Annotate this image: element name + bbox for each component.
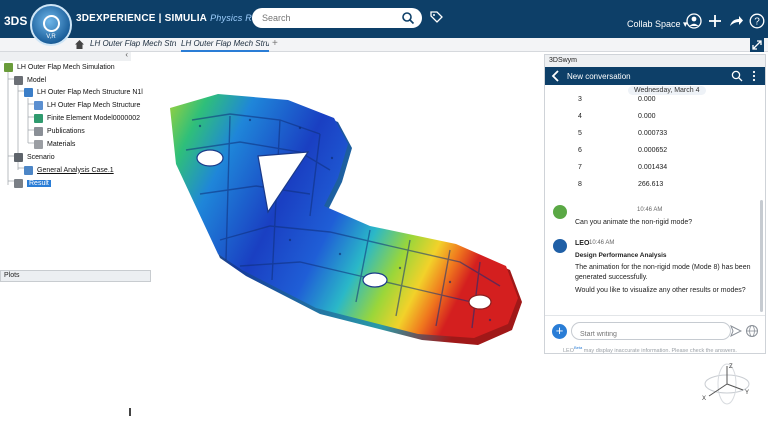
expand-icon[interactable] bbox=[750, 38, 764, 52]
tree-item-result[interactable]: Result bbox=[14, 177, 51, 189]
compass-icon[interactable]: V,R bbox=[30, 4, 72, 46]
leo-heading: Design Performance Analysis bbox=[575, 252, 667, 259]
mode-value: 0.000 bbox=[638, 113, 656, 120]
chat-panel-title: 3DSwym bbox=[545, 55, 765, 67]
conversation-date: Wednesday, March 4 bbox=[628, 86, 706, 95]
app-title-prefix: 3DEXPERIENCE | SIMULIA bbox=[76, 13, 208, 24]
part-icon bbox=[34, 100, 43, 110]
tree-item-publications[interactable]: Publications bbox=[34, 125, 85, 137]
mode-number: 5 bbox=[578, 130, 582, 137]
tree-item-scenario[interactable]: Scenario bbox=[14, 151, 55, 163]
publications-icon bbox=[34, 126, 43, 136]
mode-number: 8 bbox=[578, 181, 582, 188]
tag-icon[interactable] bbox=[429, 10, 443, 24]
axis-triad[interactable]: X Y Z bbox=[695, 360, 755, 410]
leo-message-1: The animation for the non-rigid mode (Mo… bbox=[575, 264, 751, 281]
tree-item-structure[interactable]: LH Outer Flap Mech Structure bbox=[34, 99, 140, 111]
search-input[interactable] bbox=[252, 8, 392, 28]
axis-x-label: X bbox=[702, 396, 706, 402]
3d-model-viewport[interactable] bbox=[160, 90, 530, 360]
ai-disclaimer: LEOBeta may display inaccurate informati… bbox=[563, 345, 737, 354]
chat-header: New conversation bbox=[545, 67, 765, 85]
3ds-logo[interactable]: 3DS bbox=[4, 14, 27, 28]
globe-icon[interactable] bbox=[745, 324, 759, 338]
chat-divider bbox=[545, 315, 765, 316]
analysis-case-icon bbox=[24, 165, 33, 175]
chat-input[interactable] bbox=[572, 326, 722, 343]
fem-icon bbox=[34, 113, 43, 123]
chat-add-button[interactable]: + bbox=[552, 324, 567, 339]
tree-item-model[interactable]: Model bbox=[14, 74, 46, 86]
help-icon[interactable]: ? bbox=[749, 13, 765, 29]
chat-input-box[interactable] bbox=[571, 322, 731, 343]
mode-value: 266.613 bbox=[638, 181, 664, 188]
tree-item-fem[interactable]: Finite Element Model0000002 bbox=[34, 112, 140, 124]
mode-number: 3 bbox=[578, 96, 582, 103]
mode-value: 0.000652 bbox=[638, 147, 668, 154]
bolt-hole-2 bbox=[362, 272, 388, 288]
tab-bar: LH Outer Flap Mech Structure LH Outer Fl… bbox=[0, 38, 768, 52]
home-icon[interactable] bbox=[74, 39, 85, 50]
tree-item-materials[interactable]: Materials bbox=[34, 138, 75, 150]
scenario-icon bbox=[14, 152, 23, 162]
product-icon bbox=[24, 87, 33, 97]
add-icon[interactable] bbox=[707, 13, 723, 29]
mode-number: 4 bbox=[578, 113, 582, 120]
plots-panel-tab[interactable]: Plots bbox=[0, 270, 151, 282]
leo-message-time: 10:46 AM bbox=[589, 240, 615, 246]
leo-name: LEO bbox=[575, 240, 590, 247]
search-box[interactable] bbox=[252, 8, 422, 28]
tree-item-structure-n1[interactable]: LH Outer Flap Mech Structure N1l bbox=[24, 86, 143, 98]
chat-scrollbar[interactable] bbox=[760, 200, 763, 312]
text-cursor-icon bbox=[129, 408, 131, 416]
share-icon[interactable] bbox=[728, 13, 744, 29]
bolt-hole-1 bbox=[196, 149, 224, 167]
user-icon[interactable] bbox=[686, 13, 702, 29]
tree-item-analysis-case[interactable]: General Analysis Case.1 bbox=[24, 164, 114, 176]
svg-text:?: ? bbox=[754, 17, 760, 28]
send-icon[interactable] bbox=[730, 325, 742, 337]
leo-message-2: Would you like to visualize any other re… bbox=[575, 287, 746, 294]
user-avatar bbox=[553, 205, 567, 219]
search-icon[interactable] bbox=[401, 11, 415, 25]
mode-value: 0.000733 bbox=[638, 130, 668, 137]
leo-avatar bbox=[553, 239, 567, 253]
user-message-time: 10:46 AM bbox=[637, 207, 663, 213]
top-bar: 3DS 3DEXPERIENCE | SIMULIA Physics Resul… bbox=[0, 0, 768, 38]
axis-y-label: Y bbox=[745, 390, 749, 396]
add-tab-button[interactable]: + bbox=[272, 38, 278, 49]
axis-z-label: Z bbox=[729, 364, 733, 370]
model-icon bbox=[14, 75, 23, 85]
back-icon[interactable] bbox=[551, 70, 561, 82]
mode-number: 7 bbox=[578, 164, 582, 171]
collab-space-selector[interactable]: Collab Space ▾ bbox=[627, 19, 688, 30]
tab-structure-1[interactable]: LH Outer Flap Mech Structure bbox=[90, 39, 176, 48]
materials-icon bbox=[34, 139, 43, 149]
more-options-icon[interactable] bbox=[750, 70, 758, 82]
tab-structure-2[interactable]: LH Outer Flap Mech Structure bbox=[181, 39, 269, 52]
user-message: Can you animate the non-rigid mode? bbox=[575, 219, 693, 226]
compass-label: V,R bbox=[46, 34, 56, 40]
simulation-icon bbox=[4, 62, 13, 72]
tree-item-simulation[interactable]: LH Outer Flap Mech Simulation bbox=[4, 61, 115, 73]
conversation-title: New conversation bbox=[567, 72, 631, 81]
compass-play-icon bbox=[43, 15, 60, 32]
chat-panel: 3DSwym New conversation Wednesday, March… bbox=[544, 54, 766, 354]
mode-value: 0.000 bbox=[638, 96, 656, 103]
chat-search-icon[interactable] bbox=[731, 70, 743, 82]
mode-number: 6 bbox=[578, 147, 582, 154]
result-icon bbox=[14, 178, 23, 188]
bolt-hole-3 bbox=[468, 294, 492, 310]
mode-value: 0.001434 bbox=[638, 164, 668, 171]
